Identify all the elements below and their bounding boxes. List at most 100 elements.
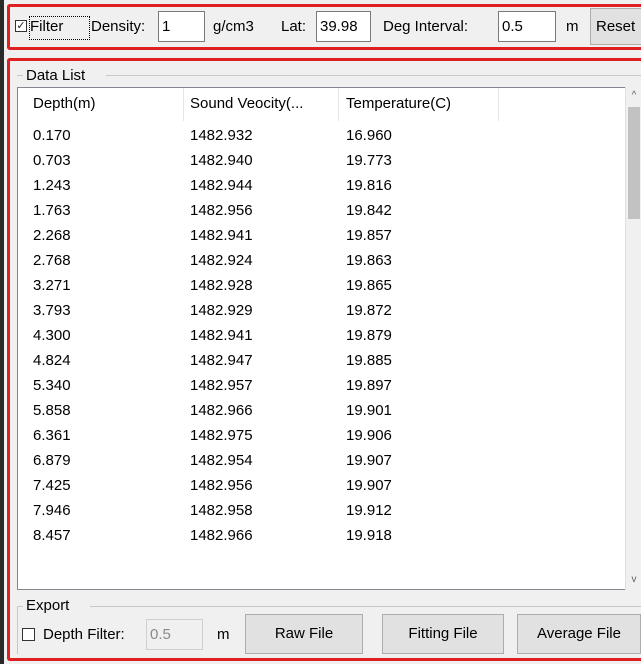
scroll-down-arrow-icon[interactable]: v	[626, 571, 641, 588]
cell-temperature: 19.918	[346, 527, 392, 544]
cell-sound-velocity: 1482.966	[190, 402, 253, 419]
cell-sound-velocity: 1482.928	[190, 277, 253, 294]
cell-temperature: 19.906	[346, 427, 392, 444]
cell-temperature: 19.865	[346, 277, 392, 294]
cell-depth: 5.858	[33, 402, 71, 419]
table-row[interactable]: 6.879 1482.954 19.907	[18, 449, 626, 474]
table-row[interactable]: 3.793 1482.929 19.872	[18, 299, 626, 324]
export-group-border	[17, 606, 18, 654]
table-row[interactable]: 1.763 1482.956 19.842	[18, 199, 626, 224]
depth-filter-unit: m	[217, 626, 230, 643]
column-divider[interactable]	[338, 88, 339, 121]
cell-sound-velocity: 1482.932	[190, 127, 253, 144]
window-edge	[0, 0, 4, 664]
cell-temperature: 19.857	[346, 227, 392, 244]
table-row[interactable]: 4.824 1482.947 19.885	[18, 349, 626, 374]
cell-depth: 1.763	[33, 202, 71, 219]
cell-temperature: 19.907	[346, 477, 392, 494]
cell-sound-velocity: 1482.929	[190, 302, 253, 319]
cell-depth: 3.271	[33, 277, 71, 294]
column-divider[interactable]	[498, 88, 499, 121]
depth-filter-checkbox[interactable]	[22, 628, 35, 641]
lat-label: Lat:	[281, 18, 307, 35]
table-row[interactable]: 8.457 1482.966 19.918	[18, 524, 626, 549]
cell-depth: 0.703	[33, 152, 71, 169]
table-row[interactable]: 2.768 1482.924 19.863	[18, 249, 626, 274]
cell-sound-velocity: 1482.947	[190, 352, 253, 369]
deg-interval-unit: m	[566, 18, 579, 35]
datalist-group-border	[17, 75, 23, 76]
cell-depth: 6.361	[33, 427, 71, 444]
cell-sound-velocity: 1482.924	[190, 252, 253, 269]
cell-sound-velocity: 1482.956	[190, 202, 253, 219]
depth-filter-label: Depth Filter:	[43, 626, 125, 643]
export-group-border	[90, 606, 641, 607]
cell-depth: 2.768	[33, 252, 71, 269]
fitting-file-button[interactable]: Fitting File	[382, 614, 504, 654]
cell-temperature: 19.872	[346, 302, 392, 319]
table-row[interactable]: 0.703 1482.940 19.773	[18, 149, 626, 174]
cell-depth: 4.824	[33, 352, 71, 369]
cell-depth: 2.268	[33, 227, 71, 244]
data-list-view[interactable]: Depth(m) Sound Veocity(... Temperature(C…	[17, 87, 641, 590]
raw-file-button[interactable]: Raw File	[245, 614, 363, 654]
table-row[interactable]: 1.243 1482.944 19.816	[18, 174, 626, 199]
table-row[interactable]: 6.361 1482.975 19.906	[18, 424, 626, 449]
table-row[interactable]: 4.300 1482.941 19.879	[18, 324, 626, 349]
cell-temperature: 19.863	[346, 252, 392, 269]
cell-sound-velocity: 1482.966	[190, 527, 253, 544]
table-row[interactable]: 5.340 1482.957 19.897	[18, 374, 626, 399]
scroll-up-arrow-icon[interactable]: ^	[626, 87, 641, 104]
cell-sound-velocity: 1482.958	[190, 502, 253, 519]
cell-temperature: 19.816	[346, 177, 392, 194]
cell-sound-velocity: 1482.941	[190, 227, 253, 244]
cell-depth: 7.946	[33, 502, 71, 519]
data-list-title: Data List	[26, 67, 86, 84]
cell-depth: 1.243	[33, 177, 71, 194]
density-input[interactable]	[158, 11, 205, 42]
cell-temperature: 19.907	[346, 452, 392, 469]
cell-temperature: 19.885	[346, 352, 392, 369]
table-row[interactable]: 3.271 1482.928 19.865	[18, 274, 626, 299]
cell-temperature: 19.879	[346, 327, 392, 344]
average-file-button[interactable]: Average File	[517, 614, 641, 654]
table-row[interactable]: 2.268 1482.941 19.857	[18, 224, 626, 249]
cell-depth: 6.879	[33, 452, 71, 469]
column-header-sound-velocity[interactable]: Sound Veocity(...	[190, 95, 303, 112]
cell-sound-velocity: 1482.941	[190, 327, 253, 344]
cell-temperature: 19.901	[346, 402, 392, 419]
cell-depth: 4.300	[33, 327, 71, 344]
depth-filter-input[interactable]	[146, 619, 203, 650]
cell-depth: 3.793	[33, 302, 71, 319]
export-title: Export	[26, 597, 70, 614]
cell-temperature: 19.912	[346, 502, 392, 519]
cell-depth: 8.457	[33, 527, 71, 544]
cell-depth: 0.170	[33, 127, 71, 144]
column-divider[interactable]	[183, 88, 184, 121]
table-row[interactable]: 7.946 1482.958 19.912	[18, 499, 626, 524]
scroll-thumb[interactable]	[628, 107, 640, 219]
deg-interval-input[interactable]	[498, 11, 556, 42]
column-header-temperature[interactable]: Temperature(C)	[346, 95, 451, 112]
cell-depth: 5.340	[33, 377, 71, 394]
datalist-group-border	[106, 75, 641, 76]
cell-temperature: 19.897	[346, 377, 392, 394]
reset-button[interactable]: Reset	[590, 8, 641, 45]
cell-temperature: 19.842	[346, 202, 392, 219]
cell-sound-velocity: 1482.975	[190, 427, 253, 444]
cell-sound-velocity: 1482.957	[190, 377, 253, 394]
vertical-scrollbar[interactable]: ^ v	[625, 87, 641, 590]
table-row[interactable]: 7.425 1482.956 19.907	[18, 474, 626, 499]
table-row[interactable]: 0.170 1482.932 16.960	[18, 124, 626, 149]
cell-sound-velocity: 1482.940	[190, 152, 253, 169]
density-unit: g/cm3	[213, 18, 254, 35]
lat-input[interactable]	[316, 11, 371, 42]
column-header-depth[interactable]: Depth(m)	[33, 95, 96, 112]
cell-sound-velocity: 1482.954	[190, 452, 253, 469]
filter-label: Filter	[30, 18, 64, 35]
cell-depth: 7.425	[33, 477, 71, 494]
cell-temperature: 16.960	[346, 127, 392, 144]
filter-checkbox[interactable]: ✓	[15, 20, 27, 32]
table-row[interactable]: 5.858 1482.966 19.901	[18, 399, 626, 424]
cell-sound-velocity: 1482.956	[190, 477, 253, 494]
